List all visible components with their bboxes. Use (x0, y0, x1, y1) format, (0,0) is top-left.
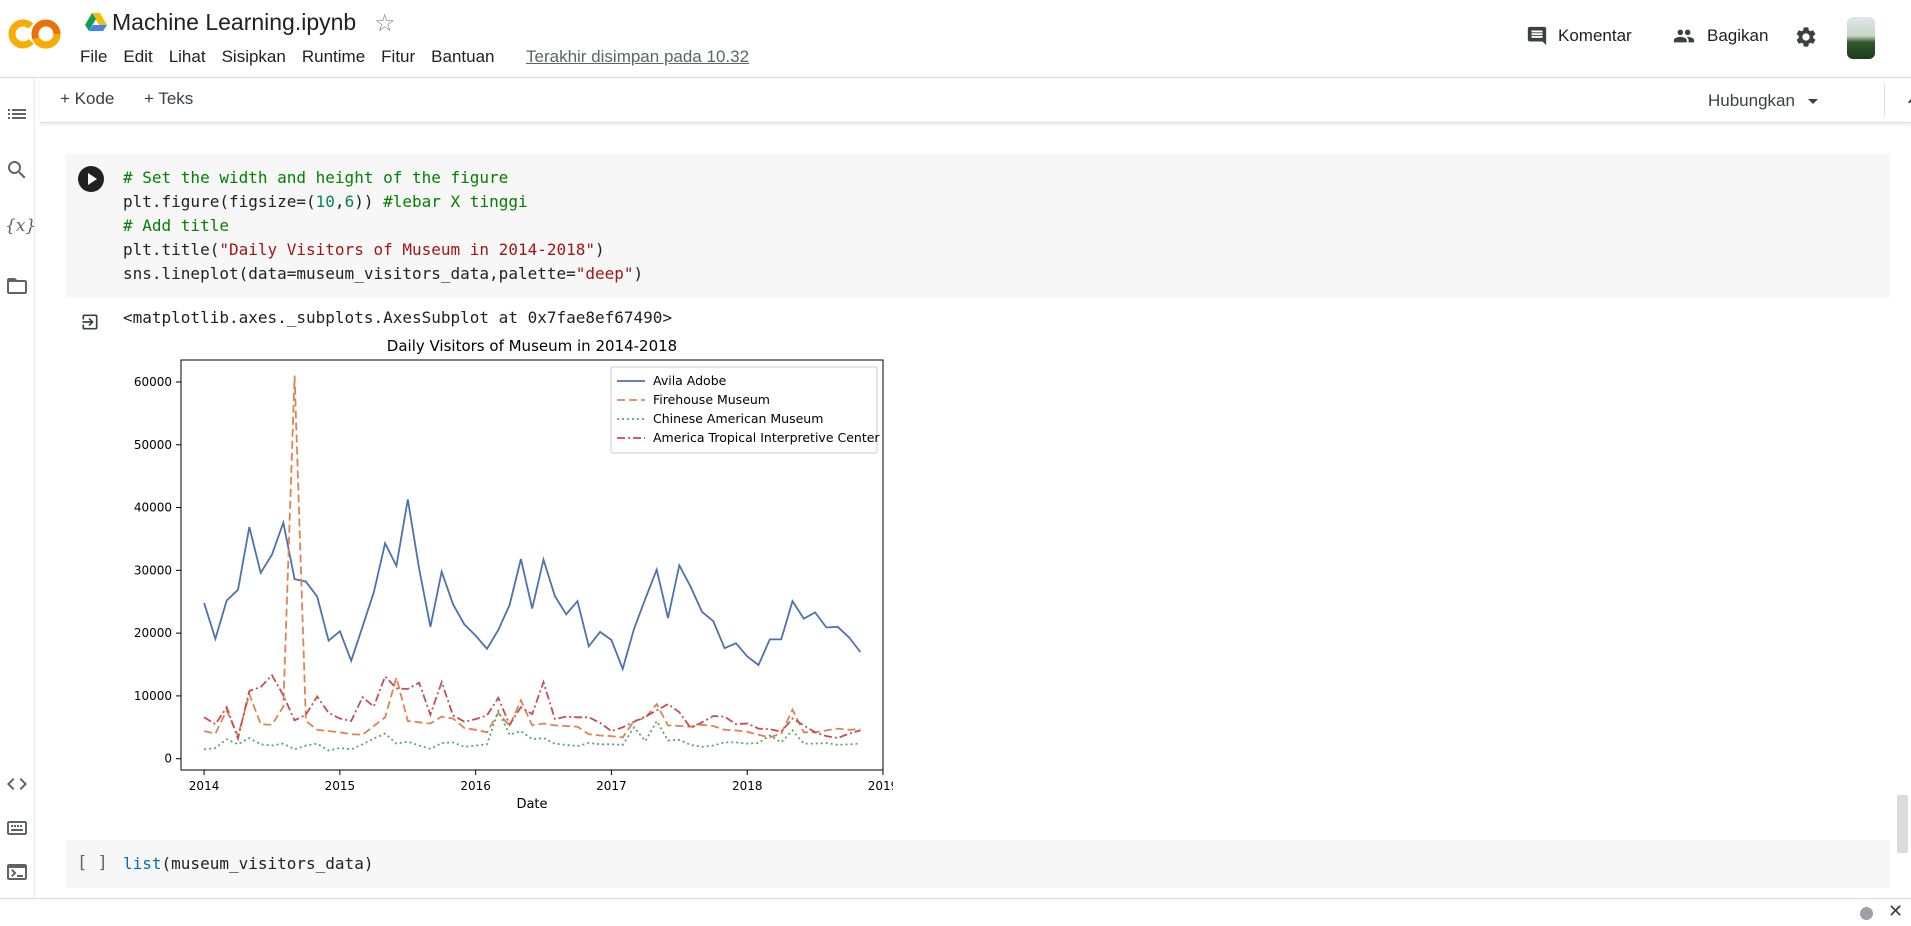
x-tick-label: 2018 (732, 779, 763, 793)
menu-view[interactable]: Lihat (161, 47, 214, 67)
notebook-title[interactable]: Machine Learning.ipynb (112, 9, 356, 36)
code-token: list (123, 854, 162, 873)
notebook-toolbar: + Kode + Teks Hubungkan (40, 78, 1911, 123)
run-cell-button[interactable] (78, 166, 104, 192)
settings-gear-icon[interactable] (1794, 25, 1818, 49)
status-bar (0, 898, 1911, 926)
add-text-button[interactable]: + Teks (144, 89, 193, 109)
comment-label: Komentar (1558, 26, 1632, 45)
legend-label: Firehouse Museum (653, 392, 770, 407)
x-tick-label: 2019 (868, 779, 893, 793)
line-chart: Daily Visitors of Museum in 2014-2018 0 10… (134, 337, 893, 812)
x-axis-label: Date (516, 797, 547, 812)
user-avatar[interactable] (1847, 17, 1875, 59)
code-line: plt.title("Daily Visitors of Museum in 2… (123, 238, 643, 262)
status-dot-icon (1860, 907, 1873, 920)
colab-logo[interactable] (8, 16, 62, 52)
code-token: ) (595, 240, 605, 259)
y-tick-label: 60000 (134, 375, 172, 389)
code-token: # Set the width and height of the figure (123, 168, 509, 187)
google-drive-icon (85, 13, 107, 31)
menu-edit[interactable]: Edit (115, 47, 160, 67)
code-token: sns.lineplot(data=museum_visitors_data,p… (123, 264, 576, 283)
code-token: plt.figure(figsize=( (123, 192, 316, 211)
code-token: "Daily Visitors of Museum in 2014-2018" (219, 240, 596, 259)
terminal-icon[interactable] (5, 860, 29, 884)
menu-insert[interactable]: Sisipkan (214, 47, 294, 67)
cell-2-code-editor[interactable]: list(museum_visitors_data) (123, 852, 373, 876)
code-token: , (334, 192, 345, 211)
variables-icon[interactable]: {x} (5, 216, 36, 240)
left-rail: {x} (0, 78, 36, 898)
code-line: # Set the width and height of the figure (123, 166, 643, 190)
cell-output-text: <matplotlib.axes._subplots.AxesSubplot a… (123, 308, 673, 327)
chevron-down-icon (1807, 99, 1818, 104)
cell-code-editor[interactable]: # Set the width and height of the figure… (123, 166, 643, 286)
menu-tools[interactable]: Fitur (373, 47, 423, 67)
legend-label: Avila Adobe (653, 373, 727, 388)
code-token: )) (354, 192, 384, 211)
x-tick-label: 2014 (189, 779, 220, 793)
chart-title: Daily Visitors of Museum in 2014-2018 (387, 337, 677, 355)
code-token: 10 (315, 192, 335, 211)
add-code-button[interactable]: + Kode (60, 89, 114, 109)
menu-runtime[interactable]: Runtime (294, 47, 373, 67)
code-token: # Add title (123, 216, 229, 235)
x-tick-label: 2017 (596, 779, 627, 793)
y-tick-label: 0 (164, 752, 172, 766)
command-palette-icon[interactable] (5, 816, 29, 840)
y-tick-label: 20000 (134, 626, 172, 640)
toc-icon[interactable] (5, 102, 29, 126)
code-line: plt.figure(figsize=(10,6)) #lebar X ting… (123, 190, 643, 214)
legend-label: America Tropical Interpretive Center (653, 430, 880, 445)
code-token: #lebar X tinggi (383, 192, 528, 211)
share-label: Bagikan (1707, 26, 1769, 45)
code-line: list(museum_visitors_data) (123, 852, 373, 876)
run-cell-2-button[interactable]: [ ] (77, 853, 108, 873)
code-token: (museum_visitors_data) (161, 854, 374, 873)
folder-icon[interactable] (5, 274, 29, 298)
code-snippets-icon[interactable] (5, 772, 29, 796)
connect-button[interactable]: Hubungkan (1708, 89, 1825, 113)
people-icon (1673, 29, 1695, 43)
search-icon[interactable] (5, 158, 29, 182)
comment-icon (1527, 26, 1547, 46)
code-line: # Add title (123, 214, 643, 238)
legend-label: Chinese American Museum (653, 411, 823, 426)
comment-button[interactable]: Komentar (1526, 25, 1632, 47)
code-token: "deep" (575, 264, 634, 283)
menu-bar: File Edit Lihat Sisipkan Runtime Fitur B… (72, 47, 503, 67)
connect-label: Hubungkan (1708, 91, 1795, 110)
menu-help[interactable]: Bantuan (423, 47, 502, 67)
app-header: CO Machine Learning.ipynb ☆ File Edit Li… (0, 0, 1911, 78)
code-token: ) (633, 264, 644, 283)
chevron-up-icon[interactable] (1902, 88, 1911, 112)
share-button[interactable]: Bagikan (1671, 25, 1768, 47)
x-tick-label: 2016 (460, 779, 491, 793)
code-line: sns.lineplot(data=museum_visitors_data,p… (123, 262, 643, 286)
output-actions-icon[interactable] (80, 312, 100, 332)
star-icon[interactable]: ☆ (374, 9, 396, 38)
scrollbar-thumb[interactable] (1897, 795, 1908, 853)
code-token: 6 (344, 192, 355, 211)
y-tick-label: 10000 (134, 689, 172, 703)
y-tick-label: 30000 (134, 563, 172, 577)
toolbar-divider (1884, 84, 1885, 116)
y-tick-label: 40000 (134, 501, 172, 515)
last-saved-link[interactable]: Terakhir disimpan pada 10.32 (526, 47, 749, 67)
x-tick-label: 2015 (325, 779, 356, 793)
code-token: plt.title( (123, 240, 220, 259)
menu-file[interactable]: File (72, 47, 115, 67)
close-icon[interactable]: ✕ (1888, 901, 1903, 922)
y-tick-label: 50000 (134, 438, 172, 452)
